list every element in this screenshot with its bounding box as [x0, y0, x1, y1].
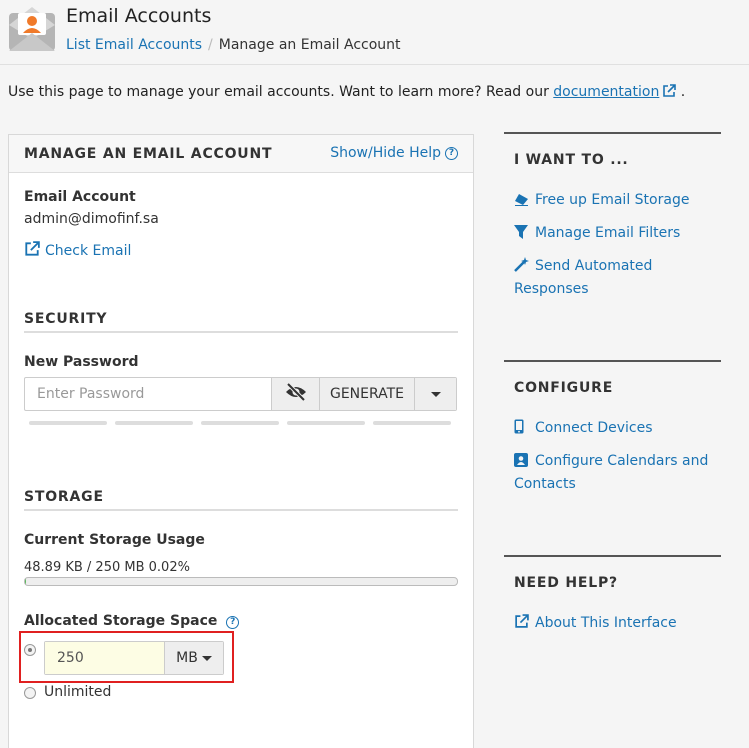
- page-title: Email Accounts: [66, 5, 212, 27]
- password-input-group: GENERATE: [24, 377, 457, 411]
- eraser-icon: [514, 192, 530, 213]
- configure-calendars-label: Configure Calendars and Contacts: [514, 453, 709, 492]
- strength-segment: [115, 421, 193, 425]
- manage-account-panel: MANAGE AN EMAIL ACCOUNT Show/Hide Help ?…: [8, 134, 474, 748]
- about-interface-link[interactable]: About This Interface: [514, 613, 714, 636]
- caret-down-icon: [430, 391, 441, 397]
- sidebar-section-title: I WANT TO ...: [514, 152, 629, 168]
- mobile-icon: [514, 419, 530, 441]
- sidebar-section-title: NEED HELP?: [514, 575, 618, 591]
- strength-segment: [373, 421, 451, 425]
- about-interface-label: About This Interface: [535, 615, 677, 631]
- quota-input-group: MB: [44, 641, 224, 675]
- unit-dropdown[interactable]: MB: [164, 642, 223, 674]
- question-circle-icon: ?: [445, 146, 458, 160]
- new-password-label: New Password: [24, 354, 139, 370]
- storage-section-title: STORAGE: [24, 489, 104, 505]
- caret-down-icon: [201, 655, 212, 661]
- free-up-storage-link[interactable]: Free up Email Storage: [514, 190, 714, 213]
- intro-text: Use this page to manage your email accou…: [8, 84, 685, 102]
- sidebar-section-title: CONFIGURE: [514, 380, 614, 396]
- sidebar-configure: CONFIGURE Connect Devices Configure Cale…: [504, 360, 721, 510]
- check-email-label: Check Email: [45, 243, 132, 259]
- email-account-value: admin@dimofinf.sa: [24, 211, 159, 227]
- external-link-icon: [24, 241, 40, 261]
- sidebar-divider: [504, 555, 721, 557]
- manage-filters-link[interactable]: Manage Email Filters: [514, 223, 714, 246]
- external-link-icon: [662, 84, 677, 102]
- sidebar-divider: [504, 360, 721, 362]
- toggle-password-visibility-button[interactable]: [271, 378, 319, 410]
- header-divider: [0, 64, 749, 65]
- breadcrumb-current: Manage an Email Account: [218, 37, 401, 53]
- configure-calendars-link[interactable]: Configure Calendars and Contacts: [514, 451, 714, 495]
- storage-divider: [24, 509, 458, 511]
- email-account-label: Email Account: [24, 189, 136, 205]
- storage-usage-text: 48.89 KB / 250 MB 0.02%: [24, 560, 190, 575]
- strength-segment: [201, 421, 279, 425]
- panel-header: MANAGE AN EMAIL ACCOUNT Show/Hide Help ?: [9, 135, 473, 173]
- send-automated-responses-link[interactable]: Send Automated Responses: [514, 256, 714, 300]
- breadcrumb-separator: /: [208, 37, 213, 53]
- free-up-storage-label: Free up Email Storage: [535, 192, 690, 208]
- magic-wand-icon: [514, 257, 530, 279]
- password-strength-meter: [29, 421, 451, 425]
- security-section-title: SECURITY: [24, 311, 108, 327]
- connect-devices-link[interactable]: Connect Devices: [514, 418, 714, 441]
- question-circle-icon[interactable]: ?: [226, 616, 240, 629]
- contact-card-icon: [514, 453, 530, 474]
- allocated-storage-label: Allocated Storage Space ?: [24, 613, 240, 629]
- connect-devices-label: Connect Devices: [535, 420, 653, 436]
- help-toggle-label: Show/Hide Help: [330, 145, 441, 161]
- sidebar-need-help: NEED HELP? About This Interface: [504, 555, 721, 655]
- filter-icon: [514, 225, 530, 246]
- check-email-link[interactable]: Check Email: [24, 241, 131, 261]
- breadcrumb-list-email-accounts[interactable]: List Email Accounts: [66, 37, 202, 53]
- strength-segment: [287, 421, 365, 425]
- storage-usage-bar: [24, 577, 458, 586]
- unit-label: MB: [176, 650, 198, 666]
- sidebar-i-want-to: I WANT TO ... Free up Email Storage Mana…: [504, 132, 721, 332]
- quota-radio[interactable]: [24, 644, 36, 656]
- sidebar-divider: [504, 132, 721, 134]
- show-hide-help-toggle[interactable]: Show/Hide Help ?: [330, 145, 458, 161]
- send-automated-responses-label: Send Automated Responses: [514, 258, 653, 297]
- current-storage-label: Current Storage Usage: [24, 532, 205, 548]
- password-input[interactable]: [25, 378, 271, 410]
- generate-password-button[interactable]: GENERATE: [319, 378, 414, 410]
- intro-sentence: Use this page to manage your email accou…: [8, 84, 549, 100]
- panel-title: MANAGE AN EMAIL ACCOUNT: [24, 146, 273, 162]
- generator-options-button[interactable]: [414, 378, 456, 410]
- breadcrumb: List Email Accounts / Manage an Email Acco…: [66, 37, 401, 53]
- allocated-storage-label-text: Allocated Storage Space: [24, 613, 218, 629]
- email-accounts-app-icon: [8, 5, 56, 53]
- manage-filters-label: Manage Email Filters: [535, 225, 681, 241]
- strength-segment: [29, 421, 107, 425]
- eye-slash-icon: [285, 382, 307, 405]
- intro-suffix: .: [680, 84, 686, 100]
- security-divider: [24, 331, 458, 333]
- unlimited-label: Unlimited: [44, 684, 112, 700]
- documentation-link[interactable]: documentation: [553, 84, 659, 100]
- quota-input[interactable]: [45, 642, 164, 674]
- external-link-icon: [514, 614, 530, 636]
- unlimited-radio[interactable]: [24, 687, 36, 699]
